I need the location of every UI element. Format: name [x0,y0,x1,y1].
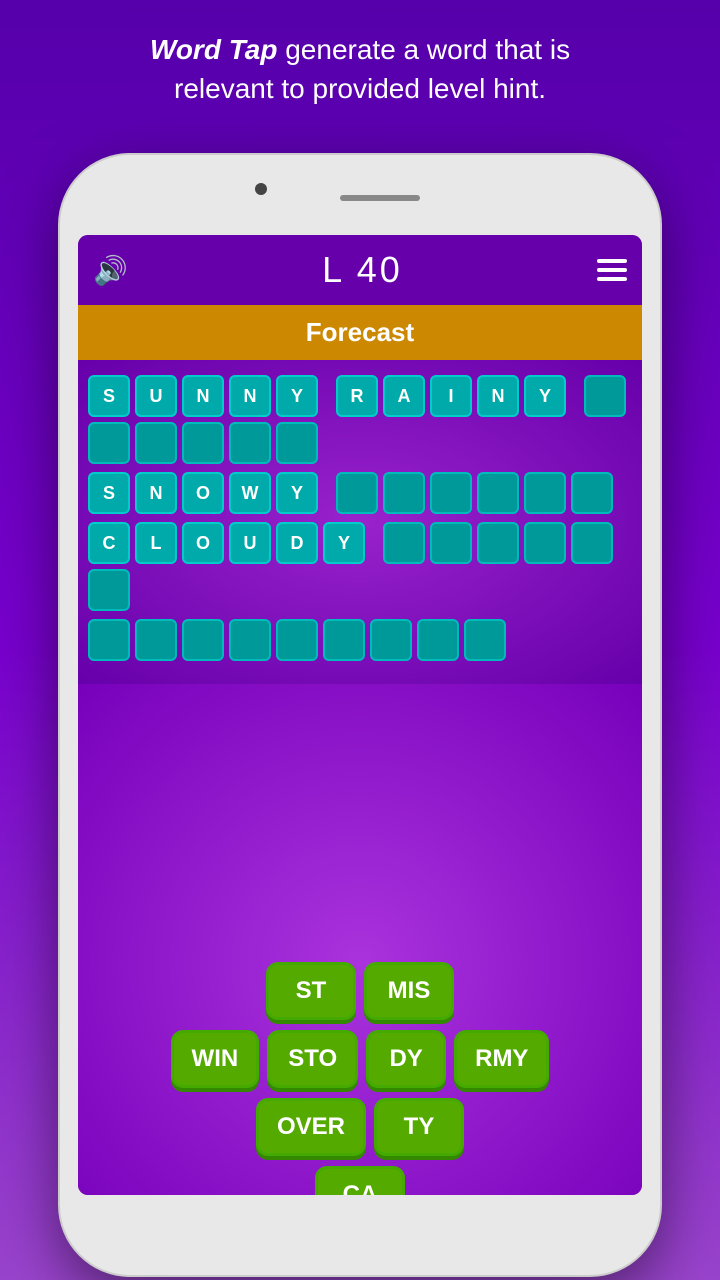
page-header: Word Tap generate a word that isrelevant… [0,0,720,128]
empty-tile-10 [477,472,519,514]
sound-icon[interactable]: 🔊 [93,254,128,287]
tile-d1: D [276,522,318,564]
tile-a1: A [383,375,425,417]
phone-frame: 🔊 L 40 Forecast S U N N Y R A [60,155,660,1275]
speaker [340,195,420,201]
empty-tile-17 [571,522,613,564]
empty-tile-13 [383,522,425,564]
tile-n3: N [477,375,519,417]
btn-row-2: WIN STO DY RMY [83,1030,637,1088]
tile-n1: N [182,375,224,417]
level-display: L 40 [322,249,403,291]
tile-l1: L [135,522,177,564]
word-row-3: C L O U D Y [88,522,632,611]
game-play-area: ST MIS WIN STO DY RMY OVER TY CA [78,684,642,1195]
btn-win[interactable]: WIN [171,1030,260,1088]
tile-u2: U [229,522,271,564]
game-header: 🔊 L 40 [78,235,642,305]
empty-tile-24 [323,619,365,661]
empty-tile-27 [464,619,506,661]
empty-tile-12 [571,472,613,514]
tile-n2: N [229,375,271,417]
tile-y3: Y [276,472,318,514]
tile-y4: Y [323,522,365,564]
tile-o2: O [182,522,224,564]
empty-tile-22 [229,619,271,661]
btn-rmy[interactable]: RMY [454,1030,549,1088]
tile-y2: Y [524,375,566,417]
front-camera [255,183,267,195]
empty-tile-9 [430,472,472,514]
empty-tile-7 [336,472,378,514]
empty-tile-1 [584,375,626,417]
empty-tile-20 [135,619,177,661]
btn-row-4: CA [83,1166,637,1195]
tile-n4: N [135,472,177,514]
word-area: S U N N Y R A I N Y S [78,360,642,684]
tile-y1: Y [276,375,318,417]
btn-row-3: OVER TY [83,1098,637,1156]
tile-w1: W [229,472,271,514]
word-row-2: S N O W Y [88,472,632,514]
word-row-1: S U N N Y R A I N Y [88,375,632,464]
empty-tile-6 [276,422,318,464]
btn-dy[interactable]: DY [366,1030,446,1088]
tile-o1: O [182,472,224,514]
empty-tile-11 [524,472,566,514]
phone-screen: 🔊 L 40 Forecast S U N N Y R A [78,235,642,1195]
btn-sto[interactable]: STO [267,1030,358,1088]
btn-st[interactable]: ST [266,962,356,1020]
btn-over[interactable]: OVER [256,1098,366,1156]
empty-tile-21 [182,619,224,661]
tile-s2: S [88,472,130,514]
empty-tile-18 [88,569,130,611]
tile-r1: R [336,375,378,417]
empty-tile-5 [229,422,271,464]
app-title-bold: Word Tap [150,34,278,65]
category-banner: Forecast [78,305,642,360]
empty-tile-14 [430,522,472,564]
btn-row-1: ST MIS [83,962,637,1020]
empty-tile-19 [88,619,130,661]
empty-tile-8 [383,472,425,514]
tile-u1: U [135,375,177,417]
category-label: Forecast [306,317,414,348]
empty-tile-15 [477,522,519,564]
empty-tile-25 [370,619,412,661]
word-buttons-area: ST MIS WIN STO DY RMY OVER TY CA [78,962,642,1195]
word-row-4 [88,619,632,661]
tile-i1: I [430,375,472,417]
btn-mis[interactable]: MIS [364,962,454,1020]
tile-c1: C [88,522,130,564]
empty-tile-3 [135,422,177,464]
tile-s1: S [88,375,130,417]
menu-button[interactable] [597,259,627,281]
empty-tile-2 [88,422,130,464]
empty-tile-26 [417,619,459,661]
empty-tile-16 [524,522,566,564]
empty-tile-23 [276,619,318,661]
empty-tile-4 [182,422,224,464]
btn-ca[interactable]: CA [315,1166,405,1195]
btn-ty[interactable]: TY [374,1098,464,1156]
